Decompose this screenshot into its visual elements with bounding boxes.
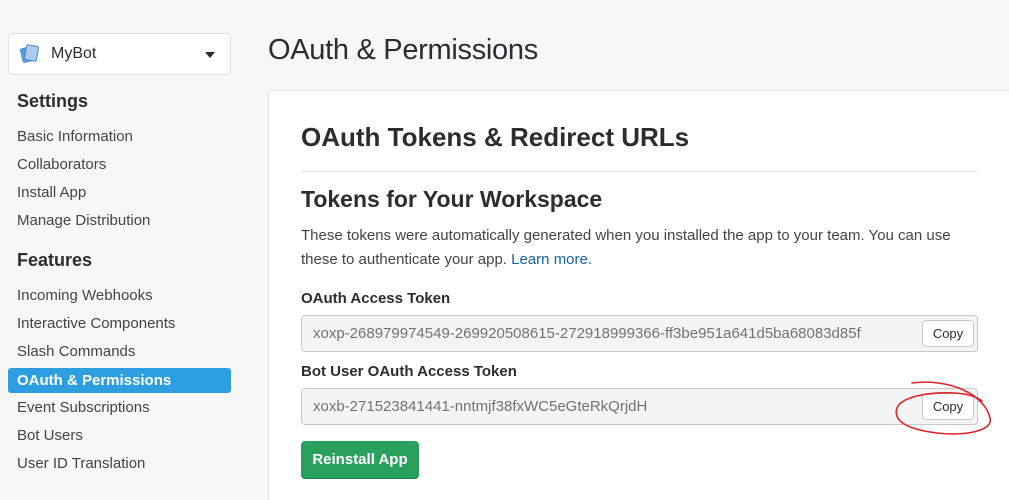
app-icon <box>19 43 41 65</box>
bot-token-field[interactable]: xoxb-271523841441-nntmjf38fxWC5eGteRkQrj… <box>301 388 978 425</box>
oauth-card: OAuth Tokens & Redirect URLs Tokens for … <box>268 90 1009 500</box>
divider <box>301 171 978 172</box>
sidebar-item-install-app[interactable]: Install App <box>8 180 231 205</box>
sidebar-item-manage-distribution[interactable]: Manage Distribution <box>8 208 231 233</box>
sidebar-item-collaborators[interactable]: Collaborators <box>8 152 231 177</box>
bot-token-value[interactable]: xoxb-271523841441-nntmjf38fxWC5eGteRkQrj… <box>313 389 921 424</box>
reinstall-app-button[interactable]: Reinstall App <box>301 441 419 478</box>
sidebar: MyBot Settings Basic Information Collabo… <box>0 0 245 500</box>
oauth-token-label: OAuth Access Token <box>301 290 451 307</box>
oauth-token-value[interactable]: xoxp-268979974549-269920508615-272918999… <box>313 316 921 351</box>
card-title: OAuth Tokens & Redirect URLs <box>301 122 690 152</box>
sidebar-item-interactive-components[interactable]: Interactive Components <box>8 311 231 336</box>
sidebar-item-bot-users[interactable]: Bot Users <box>8 423 231 448</box>
description: These tokens were automatically generate… <box>301 224 966 272</box>
sidebar-item-basic-information[interactable]: Basic Information <box>8 124 231 149</box>
copy-oauth-token-button[interactable]: Copy <box>922 320 974 347</box>
section-title: Tokens for Your Workspace <box>301 186 603 212</box>
oauth-token-field[interactable]: xoxp-268979974549-269920508615-272918999… <box>301 315 978 352</box>
copy-bot-token-button[interactable]: Copy <box>922 393 974 420</box>
features-section-title: Features <box>17 250 93 270</box>
description-text: These tokens were automatically generate… <box>301 227 951 268</box>
sidebar-item-event-subscriptions[interactable]: Event Subscriptions <box>8 395 231 420</box>
sidebar-item-slash-commands[interactable]: Slash Commands <box>8 339 231 364</box>
page-title: OAuth & Permissions <box>268 34 538 66</box>
learn-more-link[interactable]: Learn more. <box>511 251 592 268</box>
sidebar-item-user-id-translation[interactable]: User ID Translation <box>8 451 231 476</box>
sidebar-item-incoming-webhooks[interactable]: Incoming Webhooks <box>8 283 231 308</box>
bot-token-label: Bot User OAuth Access Token <box>301 363 517 380</box>
sidebar-item-oauth-permissions[interactable]: OAuth & Permissions <box>8 368 231 393</box>
app-name: MyBot <box>51 45 97 62</box>
caret-down-icon <box>205 52 215 58</box>
app-selector[interactable]: MyBot <box>8 33 231 75</box>
settings-section-title: Settings <box>17 91 89 111</box>
